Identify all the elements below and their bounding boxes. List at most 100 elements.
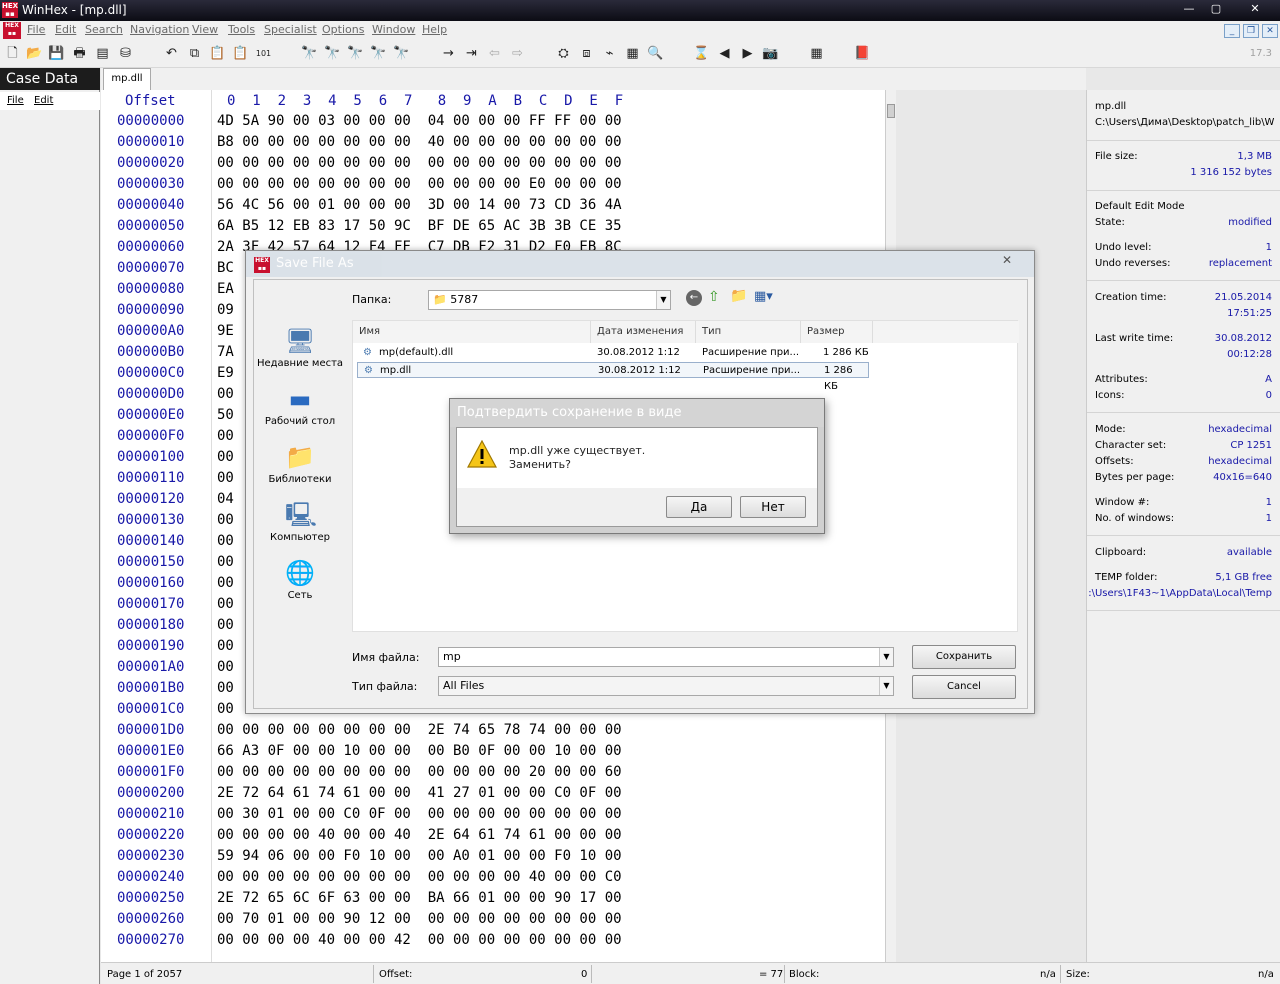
- row-offset[interactable]: 00000040: [117, 197, 184, 213]
- col-date[interactable]: Дата изменения: [591, 321, 696, 343]
- row-bytes[interactable]: EA: [217, 281, 234, 297]
- row-offset[interactable]: 00000160: [117, 575, 184, 591]
- row-offset[interactable]: 00000050: [117, 218, 184, 234]
- print-icon[interactable]: 🖶: [71, 46, 88, 62]
- place-libraries[interactable]: 📁 Библиотеки: [254, 442, 346, 485]
- menu-window[interactable]: Window: [372, 23, 415, 36]
- row-offset[interactable]: 000000C0: [117, 365, 184, 381]
- ram-icon[interactable]: ⌁: [601, 46, 618, 62]
- row-bytes[interactable]: 00 00 00 00 00 00 00 00 00 00 00 00 E0 0…: [217, 176, 622, 192]
- yes-button[interactable]: Да: [666, 496, 732, 518]
- cancel-button[interactable]: Cancel: [912, 675, 1016, 699]
- row-bytes[interactable]: 59 94 06 00 00 F0 10 00 00 A0 01 00 00 F…: [217, 848, 622, 864]
- calculator-icon[interactable]: ▦: [624, 46, 641, 62]
- row-offset[interactable]: 00000180: [117, 617, 184, 633]
- row-bytes[interactable]: 00 70 01 00 00 90 12 00 00 00 00 00 00 0…: [217, 911, 622, 927]
- row-offset[interactable]: 00000130: [117, 512, 184, 528]
- save-dialog-close-icon[interactable]: ✕: [1002, 253, 1012, 267]
- row-bytes[interactable]: 09: [217, 302, 234, 318]
- row-offset[interactable]: 00000140: [117, 533, 184, 549]
- up-folder-icon[interactable]: ⇧: [708, 289, 720, 305]
- row-offset[interactable]: 000000A0: [117, 323, 184, 339]
- row-offset[interactable]: 00000010: [117, 134, 184, 150]
- row-offset[interactable]: 00000250: [117, 890, 184, 906]
- menu-options[interactable]: Options: [322, 23, 364, 36]
- replace-text-icon[interactable]: 🔭: [347, 46, 364, 62]
- properties-icon[interactable]: ▤: [94, 46, 111, 62]
- row-bytes[interactable]: E9: [217, 365, 234, 381]
- row-bytes[interactable]: 00 00 00 00 40 00 00 42 00 00 00 00 00 0…: [217, 932, 622, 948]
- row-bytes[interactable]: 00: [217, 470, 234, 486]
- row-offset[interactable]: 00000230: [117, 848, 184, 864]
- replace-hex-icon[interactable]: 🔭: [370, 46, 387, 62]
- row-offset[interactable]: 000000D0: [117, 386, 184, 402]
- row-offset[interactable]: 00000060: [117, 239, 184, 255]
- row-bytes[interactable]: 00 00 00 00 00 00 00 00 00 00 00 00 00 0…: [217, 155, 622, 171]
- row-bytes[interactable]: 00: [217, 533, 234, 549]
- row-offset[interactable]: 00000170: [117, 596, 184, 612]
- chevron-down-icon[interactable]: ▼: [879, 677, 893, 695]
- document-icon[interactable]: HEX ▪▪: [3, 22, 21, 39]
- close-window-button[interactable]: ✕: [1230, 0, 1280, 20]
- row-offset[interactable]: 000001E0: [117, 743, 184, 759]
- row-offset[interactable]: 00000270: [117, 932, 184, 948]
- row-bytes[interactable]: 00: [217, 701, 234, 717]
- file-row[interactable]: ⚙ mp(default).dll 30.08.2012 1:12 Расшир…: [357, 345, 869, 361]
- goto-page-icon[interactable]: ⇥: [463, 46, 480, 62]
- table-icon[interactable]: ▦: [808, 46, 825, 62]
- menu-search[interactable]: Search: [85, 23, 123, 36]
- scrollbar-thumb[interactable]: [887, 104, 895, 118]
- row-offset[interactable]: 00000020: [117, 155, 184, 171]
- row-offset[interactable]: 00000200: [117, 785, 184, 801]
- undo-icon[interactable]: ↶: [163, 46, 180, 62]
- row-offset[interactable]: 00000190: [117, 638, 184, 654]
- chevron-down-icon[interactable]: ▼: [879, 648, 893, 666]
- row-offset[interactable]: 000000B0: [117, 344, 184, 360]
- find-hex-icon[interactable]: 🔭: [324, 46, 341, 62]
- row-bytes[interactable]: 9E: [217, 323, 234, 339]
- place-desktop[interactable]: ▬ Рабочий стол: [254, 384, 346, 427]
- menu-tools[interactable]: Tools: [228, 23, 255, 36]
- col-size[interactable]: Размер: [801, 321, 873, 343]
- row-bytes[interactable]: 00: [217, 575, 234, 591]
- row-bytes[interactable]: 00: [217, 638, 234, 654]
- row-bytes[interactable]: 4D 5A 90 00 03 00 00 00 04 00 00 00 FF F…: [217, 113, 622, 129]
- new-folder-icon[interactable]: 📁: [730, 288, 747, 304]
- winhex-app-icon[interactable]: HEX ▪▪: [2, 2, 18, 18]
- row-bytes[interactable]: 00 00 00 00 00 00 00 00 2E 74 65 78 74 0…: [217, 722, 622, 738]
- row-bytes[interactable]: 00 00 00 00 00 00 00 00 00 00 00 00 40 0…: [217, 869, 622, 885]
- menu-edit[interactable]: Edit: [55, 23, 76, 36]
- tab-mp-dll[interactable]: mp.dll: [103, 68, 151, 90]
- row-bytes[interactable]: 00: [217, 428, 234, 444]
- row-bytes[interactable]: 00 00 00 00 00 00 00 00 00 00 00 00 20 0…: [217, 764, 622, 780]
- menu-navigation[interactable]: Navigation: [130, 23, 189, 36]
- open-folder-icon[interactable]: 📂: [26, 46, 43, 62]
- case-menu-edit[interactable]: Edit: [34, 95, 53, 106]
- back-nav-icon[interactable]: ←: [686, 290, 702, 306]
- open-disk-icon[interactable]: ⛁: [117, 46, 134, 62]
- row-offset[interactable]: 000001A0: [117, 659, 184, 675]
- save-icon[interactable]: 💾: [48, 46, 65, 62]
- row-bytes[interactable]: 00: [217, 512, 234, 528]
- goto-offset-icon[interactable]: →: [440, 46, 457, 62]
- row-bytes[interactable]: 00: [217, 386, 234, 402]
- row-offset[interactable]: 00000030: [117, 176, 184, 192]
- place-computer[interactable]: 🖳 Компьютер: [254, 500, 346, 543]
- row-offset[interactable]: 00000000: [117, 113, 184, 129]
- next-icon[interactable]: ▶: [739, 46, 756, 62]
- row-bytes[interactable]: 00: [217, 449, 234, 465]
- col-type[interactable]: Тип: [696, 321, 801, 343]
- minimize-button[interactable]: —: [1176, 0, 1202, 20]
- paste-icon[interactable]: 📋: [209, 46, 226, 62]
- menu-help[interactable]: Help: [422, 23, 447, 36]
- menu-view[interactable]: View: [192, 23, 218, 36]
- save-button[interactable]: Сохранить: [912, 645, 1016, 669]
- row-bytes[interactable]: 66 A3 0F 00 00 10 00 00 00 B0 0F 00 00 1…: [217, 743, 622, 759]
- row-bytes[interactable]: 00: [217, 617, 234, 633]
- folder-select[interactable]: 📁 5787 ▼: [428, 290, 671, 310]
- row-offset[interactable]: 00000220: [117, 827, 184, 843]
- row-bytes[interactable]: BC: [217, 260, 234, 276]
- row-bytes[interactable]: 2E 72 64 61 74 61 00 00 41 27 01 00 00 C…: [217, 785, 622, 801]
- row-bytes[interactable]: 00 00 00 00 40 00 00 40 2E 64 61 74 61 0…: [217, 827, 622, 843]
- row-offset[interactable]: 00000090: [117, 302, 184, 318]
